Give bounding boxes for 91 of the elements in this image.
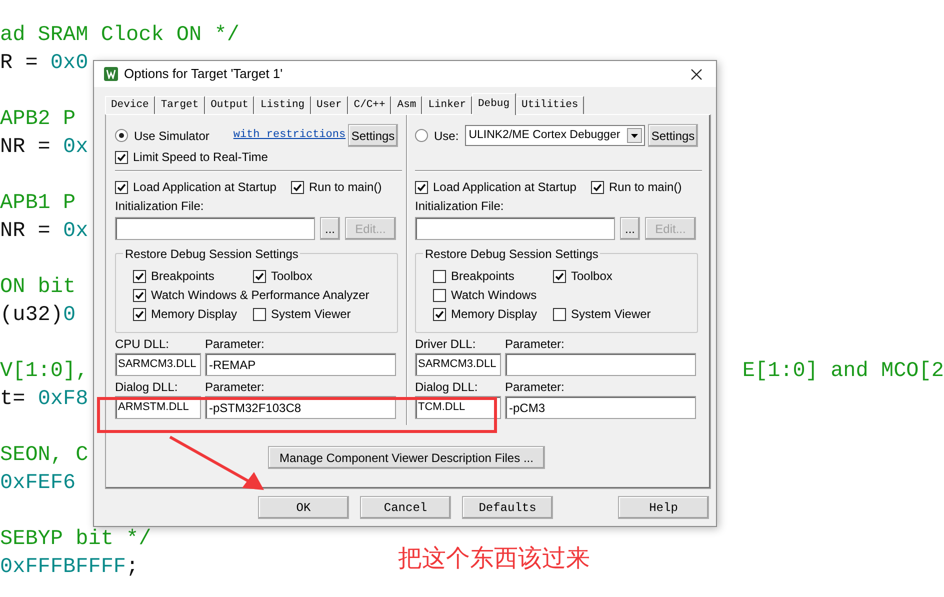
- browse-button[interactable]: ...: [320, 217, 340, 240]
- debugger-dropdown[interactable]: ULINK2/ME Cortex Debugger: [464, 125, 645, 146]
- radio-button[interactable]: [115, 129, 128, 142]
- radio-button[interactable]: [415, 129, 428, 142]
- tab[interactable]: Asm: [391, 96, 422, 114]
- settings-button[interactable]: Settings: [648, 124, 698, 147]
- code-line: 0xFEF6: [0, 471, 76, 498]
- tab[interactable]: C/C++: [348, 96, 392, 114]
- radio-label: Use Simulator: [134, 128, 210, 144]
- annotation-text: 把这个东西该过来: [398, 544, 590, 574]
- tab[interactable]: Target: [154, 96, 205, 114]
- tab[interactable]: Linker: [422, 96, 472, 114]
- checkbox[interactable]: [415, 180, 428, 194]
- code-line: SEON, C: [0, 443, 88, 470]
- dialog-button[interactable]: Defaults: [462, 496, 553, 519]
- field-label: Dialog DLL:: [115, 380, 178, 394]
- code-line: R = 0x0: [0, 51, 88, 78]
- checkbox-label: Memory Display: [151, 306, 238, 323]
- checkbox[interactable]: [253, 270, 266, 282]
- text-field[interactable]: [505, 353, 696, 376]
- dialog-button[interactable]: Help: [618, 496, 709, 519]
- checkbox-label: Limit Speed to Real-Time: [133, 149, 268, 166]
- text-field[interactable]: [415, 217, 615, 240]
- checkbox[interactable]: [553, 308, 566, 320]
- checkbox[interactable]: [553, 270, 566, 282]
- field-label: Dialog DLL:: [415, 380, 478, 394]
- field-label: Parameter:: [505, 337, 564, 351]
- checkbox-label: Watch Windows & Performance Analyzer: [151, 287, 370, 304]
- code-line: 0xFFFBFFFF;: [0, 555, 139, 582]
- window-title: Options for Target 'Target 1': [124, 65, 283, 84]
- checkbox[interactable]: [433, 288, 446, 302]
- settings-button[interactable]: Settings: [348, 124, 398, 147]
- checkbox-label: Load Application at Startup: [133, 179, 276, 196]
- text-field[interactable]: SARMCM3.DLL: [415, 353, 501, 376]
- checkbox[interactable]: [433, 270, 446, 282]
- checkbox-label: Watch Windows: [451, 287, 537, 304]
- checkbox[interactable]: [133, 270, 146, 282]
- close-icon[interactable]: [691, 68, 702, 80]
- browse-button[interactable]: ...: [620, 217, 640, 240]
- field-label: Initialization File:: [115, 198, 205, 214]
- text-field[interactable]: SARMCM3.DLL: [115, 353, 201, 376]
- code-line: t= 0xF8: [0, 387, 88, 414]
- code-line: ad SRAM Clock ON */: [0, 23, 240, 50]
- radio-label: Use:: [434, 128, 459, 144]
- text-field[interactable]: -pCM3: [505, 396, 696, 419]
- tab[interactable]: Utilities: [516, 96, 584, 114]
- code-line: E[1:0] and MCO[2: [742, 359, 944, 386]
- checkbox[interactable]: [115, 150, 128, 164]
- checkbox-label: System Viewer: [271, 306, 351, 323]
- checkbox[interactable]: [133, 288, 146, 302]
- checkbox-label: Breakpoints: [151, 268, 214, 285]
- code-line: NR = 0x: [0, 219, 88, 246]
- field-label: Parameter:: [205, 337, 264, 351]
- dialog-button[interactable]: Cancel: [360, 496, 451, 519]
- checkbox-label: Toolbox: [271, 268, 312, 285]
- code-line: ON bit: [0, 275, 76, 302]
- text-field[interactable]: [115, 217, 315, 240]
- tab[interactable]: Debug: [472, 93, 516, 115]
- field-label: Parameter:: [505, 380, 564, 394]
- manage-button[interactable]: Manage Component Viewer Description Files ...: [268, 446, 545, 469]
- restrictions-link[interactable]: with restrictions: [233, 127, 346, 144]
- code-line: SEBYP bit */: [0, 527, 152, 554]
- checkbox-label: Memory Display: [451, 306, 538, 323]
- checkbox[interactable]: [115, 180, 128, 194]
- checkbox[interactable]: [591, 180, 604, 194]
- dialog-button[interactable]: OK: [258, 496, 349, 519]
- checkbox-label: System Viewer: [571, 306, 651, 323]
- checkbox-label: Run to main(): [609, 179, 682, 196]
- code-line: (u32)0: [0, 303, 76, 330]
- tab[interactable]: User: [310, 96, 348, 114]
- checkbox[interactable]: [253, 308, 266, 320]
- tab[interactable]: Listing: [254, 96, 311, 114]
- tab[interactable]: Output: [204, 96, 254, 114]
- field-label: Driver DLL:: [415, 337, 476, 351]
- field-label: Parameter:: [205, 380, 264, 394]
- checkbox[interactable]: [433, 308, 446, 320]
- text-field[interactable]: -REMAP: [205, 353, 396, 376]
- code-line: APB1 P: [0, 191, 76, 218]
- code-line: V[1:0],: [0, 359, 88, 386]
- checkbox-label: Breakpoints: [451, 268, 514, 285]
- checkbox[interactable]: [291, 180, 304, 194]
- field-label: CPU DLL:: [115, 337, 170, 351]
- field-label: Initialization File:: [415, 198, 505, 214]
- checkbox-label: Toolbox: [571, 268, 612, 285]
- app-icon: [104, 67, 118, 81]
- checkbox[interactable]: [133, 308, 146, 320]
- checkbox-label: Run to main(): [309, 179, 382, 196]
- code-line: NR = 0x: [0, 135, 88, 162]
- checkbox-label: Load Application at Startup: [433, 179, 576, 196]
- code-line: APB2 P: [0, 107, 76, 134]
- tab[interactable]: Device: [105, 96, 155, 114]
